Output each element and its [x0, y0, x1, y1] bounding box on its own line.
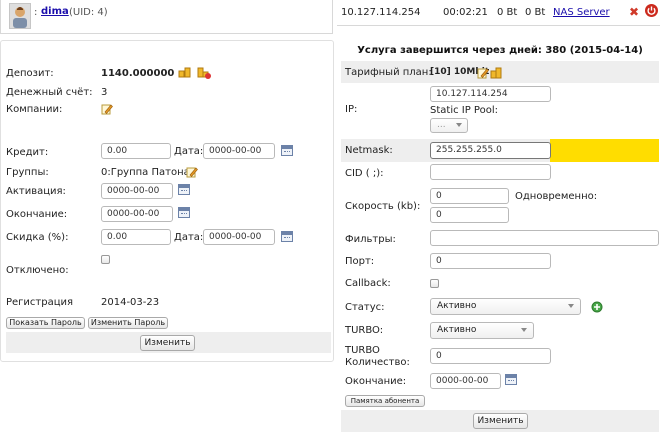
user-uid: (UID: 4): [69, 7, 108, 18]
bill-value: 3: [101, 87, 108, 98]
edit-icon[interactable]: [186, 166, 198, 178]
callback-label: Callback:: [345, 278, 391, 289]
netmask-highlight: [550, 139, 659, 162]
credit-date-label: Дата:: [174, 146, 204, 157]
netmask-label: Netmask:: [345, 145, 393, 156]
deposit-value: 1140.000000: [101, 68, 175, 79]
change-password-button[interactable]: Изменить Пароль: [88, 317, 168, 329]
session-in: 0 Bt: [497, 7, 518, 18]
close-icon[interactable]: ✖: [629, 5, 639, 19]
avatar: [9, 3, 31, 29]
cid-label: CID ( ;):: [345, 168, 384, 179]
edit-icon[interactable]: [477, 67, 489, 79]
service-expire-input[interactable]: 0000-00-00: [430, 373, 501, 389]
ip-input[interactable]: 10.127.114.254: [430, 86, 551, 102]
coins-remove-icon[interactable]: [197, 66, 211, 79]
calendar-icon[interactable]: [281, 231, 293, 242]
discount-label: Скидка (%):: [6, 232, 69, 243]
turbo-label: TURBO:: [345, 325, 384, 336]
bill-label: Денежный счёт:: [6, 87, 93, 98]
online-session-row: 10.127.114.254 00:02:21 0 Bt 0 Bt NAS Se…: [337, 0, 660, 26]
turbo-count-label-2: Количество:: [345, 357, 410, 368]
nas-server-link[interactable]: NAS Server: [553, 7, 610, 18]
turbo-select-value: Активно: [437, 325, 477, 335]
service-expire-label: Окончание:: [345, 376, 407, 387]
session-duration: 00:02:21: [443, 7, 488, 18]
port-input[interactable]: 0: [430, 253, 551, 269]
netmask-input[interactable]: 255.255.255.0: [430, 142, 551, 159]
credit-date-input[interactable]: 0000-00-00: [203, 143, 275, 159]
expire-label: Окончание:: [6, 209, 68, 220]
speed-input[interactable]: 0: [430, 188, 509, 204]
static-pool-select-value: ...: [437, 120, 446, 130]
groups-value: 0:Группа Патона: [101, 167, 190, 178]
filters-input[interactable]: [430, 230, 659, 246]
left-submit-button[interactable]: Изменить: [140, 335, 195, 351]
companies-label: Компании:: [6, 104, 63, 115]
session-ip: 10.127.114.254: [341, 7, 421, 18]
static-pool-label: Static IP Pool:: [430, 105, 498, 116]
port-label: Порт:: [345, 256, 375, 267]
user-login-link[interactable]: dima: [41, 6, 69, 17]
speed-label: Скорость (kb):: [345, 201, 421, 212]
expire-input[interactable]: 0000-00-00: [101, 206, 173, 222]
memo-button[interactable]: Памятка абонента: [345, 395, 425, 407]
calendar-icon[interactable]: [505, 374, 517, 385]
add-icon[interactable]: [591, 301, 603, 313]
tariff-label: Тарифный план:: [345, 67, 432, 78]
turbo-select[interactable]: Активно: [430, 322, 534, 339]
coins-icon[interactable]: [490, 67, 502, 79]
session-out: 0 Bt: [525, 7, 546, 18]
simultaneous-input[interactable]: 0: [430, 207, 509, 223]
user-colon: :: [34, 7, 38, 18]
right-submit-button[interactable]: Изменить: [473, 413, 528, 429]
calendar-icon[interactable]: [281, 145, 293, 156]
deposit-label: Депозит:: [6, 68, 54, 79]
disabled-label: Отключено:: [6, 265, 69, 276]
discount-input[interactable]: 0.00: [101, 229, 171, 245]
turbo-count-input[interactable]: 0: [430, 348, 551, 364]
cid-input[interactable]: [430, 164, 551, 180]
show-password-button[interactable]: Показать Пароль: [6, 317, 85, 329]
credit-input[interactable]: 0.00: [101, 143, 171, 159]
simultaneous-label: Одновременно:: [515, 191, 598, 202]
service-header: Услуга завершится через дней: 380 (2015-…: [357, 45, 643, 56]
status-select-value: Активно: [437, 301, 477, 311]
groups-label: Группы:: [6, 167, 49, 178]
user-icon: [13, 7, 27, 28]
user-header-bar: : dima (UID: 4): [0, 0, 333, 34]
discount-date-label: Дата:: [174, 232, 204, 243]
activation-label: Активация:: [6, 186, 66, 197]
registration-label: Регистрация: [6, 297, 74, 308]
credit-label: Кредит:: [6, 147, 49, 158]
callback-checkbox[interactable]: [430, 279, 439, 288]
calendar-icon[interactable]: [178, 184, 190, 195]
activation-input[interactable]: 0000-00-00: [101, 183, 173, 199]
turbo-count-label: TURBO: [345, 345, 380, 356]
coins-icon[interactable]: [178, 66, 192, 78]
edit-icon[interactable]: [101, 103, 113, 115]
filters-label: Фильтры:: [345, 234, 396, 245]
discount-date-input[interactable]: 0000-00-00: [203, 229, 275, 245]
registration-value: 2014-03-23: [101, 297, 160, 308]
ip-label: IP:: [345, 104, 358, 115]
static-pool-select[interactable]: ...: [430, 118, 468, 133]
disabled-checkbox[interactable]: [101, 255, 110, 264]
status-label: Статус:: [345, 302, 385, 313]
power-icon[interactable]: [645, 4, 658, 17]
calendar-icon[interactable]: [178, 207, 190, 218]
status-select[interactable]: Активно: [430, 298, 581, 315]
